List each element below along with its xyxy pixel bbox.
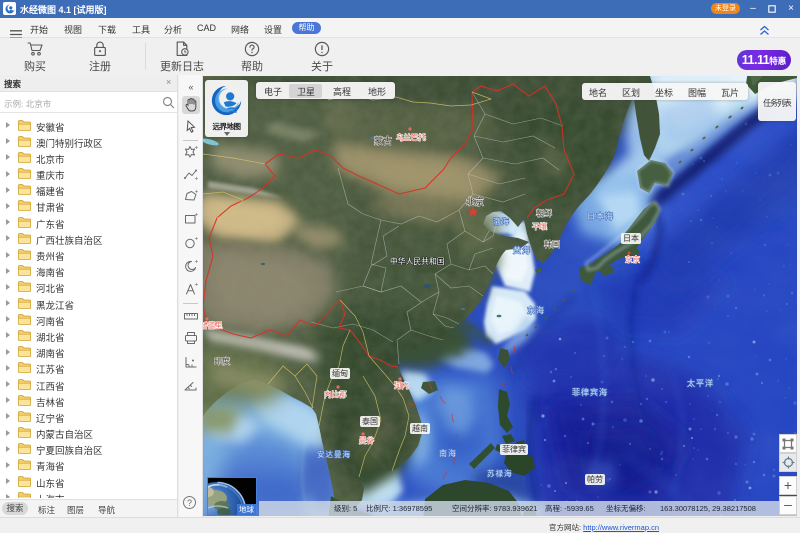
svg-text:菲律宾: 菲律宾 <box>502 444 526 454</box>
svg-text:黄海: 黄海 <box>513 245 531 255</box>
svg-text:越南: 越南 <box>412 423 428 433</box>
svg-text:渤海: 渤海 <box>493 216 510 226</box>
svg-text:+: + <box>195 282 199 289</box>
svg-text:朝鲜: 朝鲜 <box>536 208 552 218</box>
svg-text:泰国: 泰国 <box>362 416 378 426</box>
svg-text:内比都: 内比都 <box>324 389 347 399</box>
svg-text:+: + <box>195 189 199 196</box>
svg-text:+: + <box>195 176 199 183</box>
svg-text:日本: 日本 <box>623 233 639 243</box>
svg-text:河内: 河内 <box>394 380 409 390</box>
svg-text:苏禄海: 苏禄海 <box>487 468 513 478</box>
svg-text:+: + <box>195 145 199 152</box>
svg-text:乌兰巴托: 乌兰巴托 <box>396 132 426 142</box>
svg-text:菲律宾海: 菲律宾海 <box>572 387 608 397</box>
svg-text:印度: 印度 <box>214 356 230 366</box>
svg-text:日本海: 日本海 <box>587 211 614 221</box>
svg-text:南海: 南海 <box>439 448 457 458</box>
svg-text:东海: 东海 <box>527 305 545 315</box>
svg-text:曼谷: 曼谷 <box>359 436 374 445</box>
svg-text:韩国: 韩国 <box>544 239 560 249</box>
svg-text:北京: 北京 <box>466 196 484 207</box>
svg-text:帕劳: 帕劳 <box>587 474 603 484</box>
svg-text:平壤: 平壤 <box>532 221 547 231</box>
svg-text:蒙古: 蒙古 <box>374 135 392 146</box>
svg-text:新德里: 新德里 <box>203 320 223 330</box>
svg-text:中华人民共和国: 中华人民共和国 <box>390 256 445 266</box>
svg-text:太平洋: 太平洋 <box>687 378 714 388</box>
svg-text:+: + <box>195 236 199 243</box>
svg-text:安达曼海: 安达曼海 <box>317 449 351 459</box>
svg-text:+: + <box>195 212 199 219</box>
svg-text:东京: 东京 <box>625 254 640 264</box>
svg-text:缅甸: 缅甸 <box>332 368 348 378</box>
svg-text:+: + <box>195 259 199 266</box>
